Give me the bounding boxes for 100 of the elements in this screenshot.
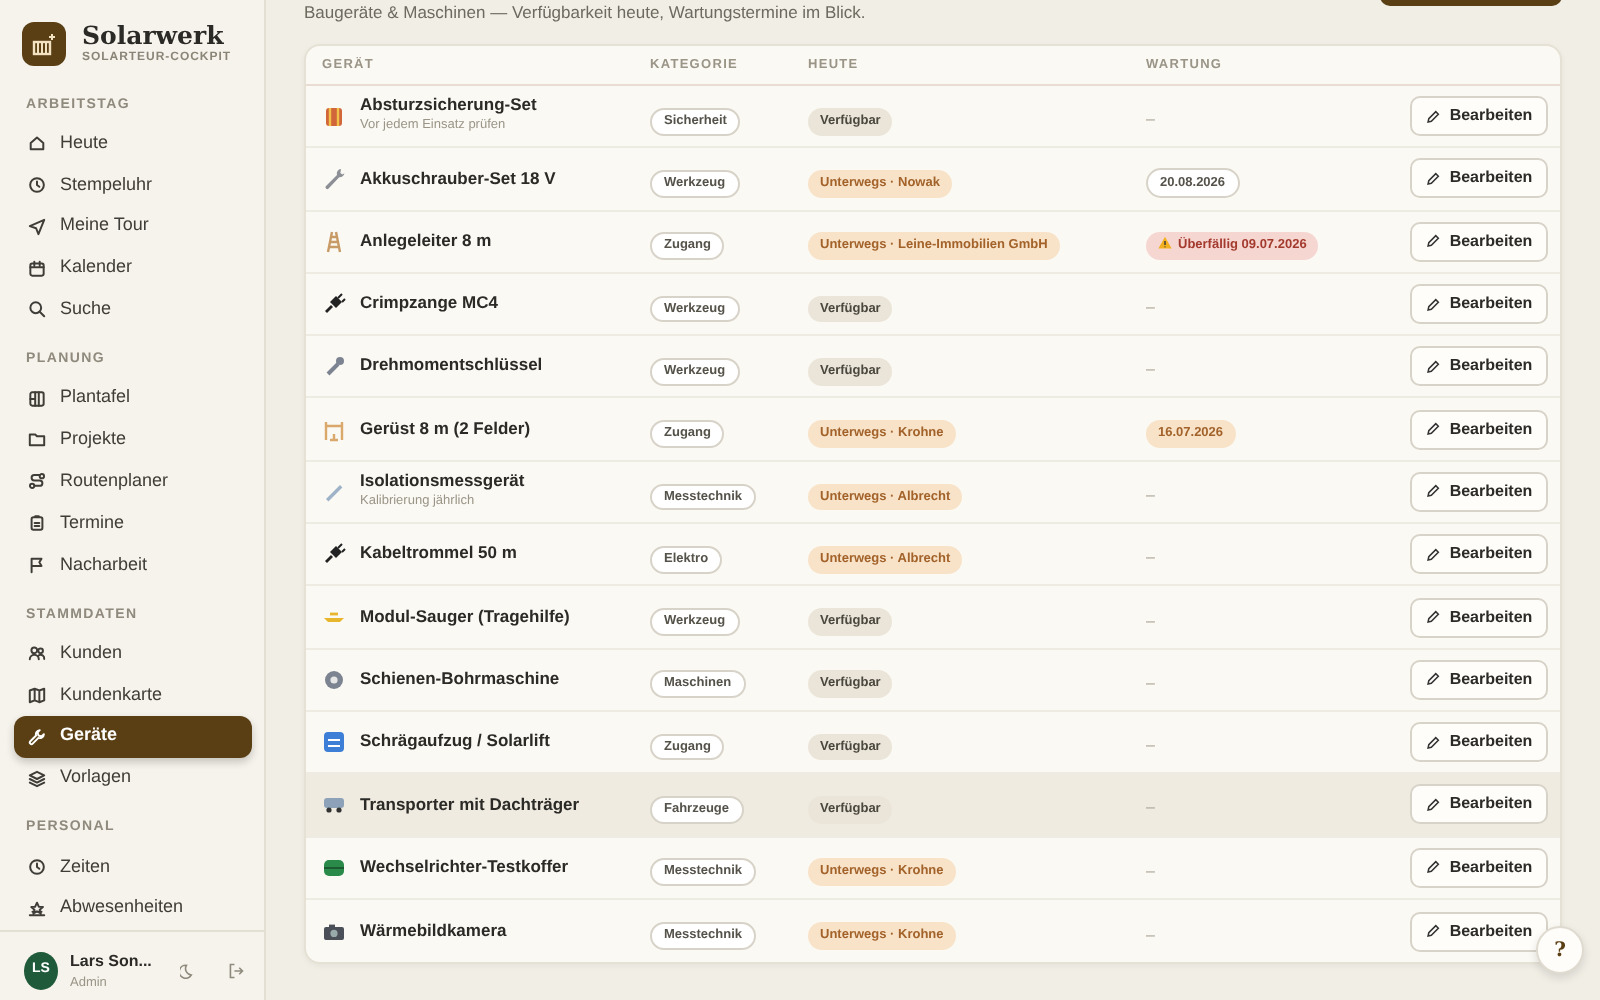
equipment-name: Transporter mit Dachträger bbox=[360, 795, 580, 815]
edit-button[interactable]: Bearbeiten bbox=[1410, 346, 1548, 387]
edit-button[interactable]: Bearbeiten bbox=[1410, 597, 1548, 638]
layers-icon bbox=[28, 769, 46, 787]
equipment-name: Schrägaufzug / Solarlift bbox=[360, 732, 550, 752]
maintenance-text: – bbox=[1146, 925, 1155, 943]
equipment-name: Modul-Sauger (Tragehilfe) bbox=[360, 607, 570, 627]
equipment-name: Kabeltrommel 50 m bbox=[360, 544, 517, 565]
nav-item[interactable]: Vorlagen bbox=[14, 757, 252, 799]
edit-button[interactable]: Bearbeiten bbox=[1410, 847, 1548, 888]
equipment-name: Crimpzange MC4 bbox=[360, 294, 498, 314]
scaffold-icon bbox=[322, 417, 346, 442]
clock-icon bbox=[28, 175, 46, 194]
equipment-name: Drehmomentschlüssel bbox=[360, 356, 543, 377]
vest-icon bbox=[322, 104, 346, 129]
gear-icon bbox=[322, 667, 346, 692]
pencil-icon bbox=[1425, 860, 1440, 875]
warning-icon bbox=[1158, 236, 1172, 251]
equipment-name: Akkuschrauber-Set 18 V bbox=[360, 169, 556, 189]
pencil-icon bbox=[1425, 297, 1440, 312]
nav-item[interactable]: Zeiten bbox=[14, 845, 252, 888]
wrench-icon bbox=[322, 166, 346, 191]
clipboard-icon bbox=[28, 514, 46, 533]
camera-icon bbox=[322, 919, 346, 943]
van-icon bbox=[322, 792, 346, 817]
edit-button[interactable]: Bearbeiten bbox=[1410, 534, 1548, 575]
maintenance-text: – bbox=[1146, 485, 1155, 504]
equipment-name: Anlegeleiter 8 m bbox=[360, 231, 492, 252]
nav-item[interactable]: Stempeluhr bbox=[14, 164, 252, 206]
pencil-icon bbox=[1425, 484, 1440, 499]
plug-icon bbox=[322, 292, 346, 317]
wrench-icon bbox=[28, 727, 46, 746]
edit-button[interactable]: Bearbeiten bbox=[1410, 911, 1548, 951]
folder-icon bbox=[28, 430, 46, 449]
edit-button[interactable]: Bearbeiten bbox=[1410, 221, 1548, 262]
nav-item[interactable]: Routenplaner bbox=[14, 460, 252, 503]
edit-button[interactable]: Bearbeiten bbox=[1410, 158, 1548, 199]
maintenance-text: – bbox=[1146, 298, 1155, 317]
edit-button[interactable]: Bearbeiten bbox=[1410, 284, 1548, 325]
logout-icon[interactable] bbox=[227, 961, 244, 980]
users-icon bbox=[28, 644, 46, 663]
pencil-icon bbox=[1425, 422, 1440, 437]
lift-icon bbox=[322, 730, 346, 755]
pencil-icon bbox=[1425, 610, 1440, 625]
nav-item[interactable]: Plantafel bbox=[14, 377, 252, 420]
brand-name: Solarwerk bbox=[82, 22, 226, 50]
maintenance-text: – bbox=[1146, 548, 1155, 567]
pencil-icon bbox=[1425, 234, 1440, 249]
maintenance-text: – bbox=[1146, 360, 1155, 379]
nav-item[interactable]: Projekte bbox=[14, 419, 252, 461]
nav-item[interactable]: Kalender bbox=[14, 247, 252, 289]
pencil-icon bbox=[1425, 672, 1440, 687]
plug-icon bbox=[322, 542, 346, 567]
equipment-name: Isolationsmessgerät bbox=[360, 472, 525, 492]
nav-item[interactable]: Kundenkarte bbox=[14, 674, 252, 716]
map-icon bbox=[28, 685, 46, 704]
case-icon bbox=[322, 855, 346, 880]
equipment-name: Absturzsicherung-Set bbox=[360, 96, 537, 117]
pencil-icon bbox=[1425, 797, 1440, 812]
user-name: Lars Son... bbox=[70, 949, 152, 973]
home-icon bbox=[28, 134, 46, 153]
help-button[interactable]: ? bbox=[1536, 926, 1584, 974]
navigation-icon bbox=[28, 217, 46, 236]
equipment-name: Gerüst 8 m (2 Felder) bbox=[360, 419, 531, 439]
equipment-name: Wärmebildkamera bbox=[360, 921, 507, 941]
maintenance-text: – bbox=[1146, 611, 1155, 630]
equipment-name: Schienen-Bohrmaschine bbox=[360, 669, 560, 690]
edit-button[interactable]: Bearbeiten bbox=[1410, 722, 1548, 763]
page-subtitle: Baugeräte & Maschinen — Verfügbarkeit heute, Wartungstermine im Blick. bbox=[302, 0, 868, 24]
route-icon bbox=[28, 472, 46, 491]
clock-icon bbox=[28, 857, 46, 876]
nav-item[interactable]: Kunden bbox=[14, 632, 252, 675]
maintenance-text: – bbox=[1146, 798, 1155, 817]
maintenance-text: – bbox=[1146, 736, 1155, 755]
edit-button[interactable]: Bearbeiten bbox=[1410, 784, 1548, 825]
ladder-icon bbox=[322, 229, 346, 254]
edit-button[interactable]: Bearbeiten bbox=[1410, 471, 1548, 512]
wrench-icon bbox=[322, 354, 346, 379]
nav-item[interactable]: Abwesenheiten bbox=[14, 887, 252, 929]
pencil-icon bbox=[1425, 547, 1440, 562]
moon-icon[interactable] bbox=[179, 961, 196, 980]
nav-item[interactable]: Geräte bbox=[14, 715, 252, 758]
ruler-icon bbox=[322, 479, 346, 504]
maintenance-text: – bbox=[1146, 861, 1155, 880]
edit-button[interactable]: Bearbeiten bbox=[1410, 96, 1548, 137]
maintenance-text: – bbox=[1146, 673, 1155, 692]
nav-item[interactable]: Suche bbox=[14, 288, 252, 331]
pencil-icon bbox=[1425, 359, 1440, 374]
edit-button[interactable]: Bearbeiten bbox=[1410, 409, 1548, 450]
sun-horizon-icon bbox=[28, 899, 46, 918]
maintenance-text: – bbox=[1146, 110, 1155, 129]
search-icon bbox=[28, 300, 46, 319]
nav-item[interactable]: Heute bbox=[14, 122, 252, 165]
nav-item[interactable]: Meine Tour bbox=[14, 205, 252, 248]
logo-icon bbox=[22, 22, 66, 67]
nav-item[interactable]: Termine bbox=[14, 502, 252, 544]
edit-button[interactable]: Bearbeiten bbox=[1410, 659, 1548, 700]
nav-item[interactable]: Nacharbeit bbox=[14, 543, 252, 586]
pencil-icon bbox=[1425, 171, 1440, 186]
pencil-icon bbox=[1425, 109, 1440, 124]
